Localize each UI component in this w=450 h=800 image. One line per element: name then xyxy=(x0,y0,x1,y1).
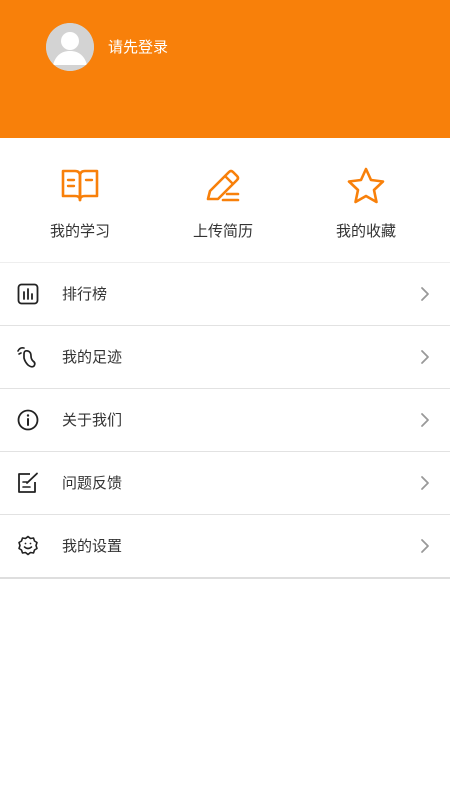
bar-chart-icon xyxy=(17,283,39,305)
quick-my-favorites[interactable]: 我的收藏 xyxy=(291,138,441,262)
pencil-edit-icon xyxy=(206,169,240,202)
quick-my-favorites-label: 我的收藏 xyxy=(335,222,396,240)
quick-my-study[interactable]: 我的学习 xyxy=(5,138,155,262)
profile-header: 请先登录 xyxy=(0,0,450,138)
login-prompt-link[interactable]: 请先登录 xyxy=(108,38,168,56)
star-icon xyxy=(347,167,385,204)
open-book-icon xyxy=(61,169,99,202)
footprint-icon xyxy=(17,347,36,368)
settings-gear-icon xyxy=(18,535,38,556)
quick-my-study-label: 我的学习 xyxy=(49,222,110,240)
chevron-right-icon xyxy=(421,350,429,364)
menu-item-leaderboard[interactable]: 排行榜 xyxy=(0,263,450,326)
menu-item-settings[interactable]: 我的设置 xyxy=(0,515,450,579)
menu-item-label: 问题反馈 xyxy=(62,474,123,492)
chevron-right-icon xyxy=(421,413,429,427)
avatar[interactable] xyxy=(46,23,94,71)
chevron-right-icon xyxy=(421,476,429,490)
menu-item-about-us[interactable]: 关于我们 xyxy=(0,389,450,452)
default-avatar-icon xyxy=(46,23,94,71)
quick-actions: 我的学习 上传简历 我的收藏 xyxy=(0,138,450,262)
menu-item-footprints[interactable]: 我的足迹 xyxy=(0,326,450,389)
info-icon xyxy=(17,409,39,431)
quick-upload-resume[interactable]: 上传简历 xyxy=(148,138,298,262)
chevron-right-icon xyxy=(421,539,429,553)
menu-item-label: 排行榜 xyxy=(62,285,108,303)
settings-menu: 排行榜 我的足迹 关于我们 问题反馈 我的设置 xyxy=(0,262,450,579)
menu-item-label: 我的设置 xyxy=(62,537,123,555)
menu-item-label: 关于我们 xyxy=(62,411,123,429)
chevron-right-icon xyxy=(421,287,429,301)
menu-item-feedback[interactable]: 问题反馈 xyxy=(0,452,450,515)
quick-upload-resume-label: 上传简历 xyxy=(192,222,253,240)
feedback-edit-icon xyxy=(18,472,38,493)
menu-item-label: 我的足迹 xyxy=(62,348,123,366)
